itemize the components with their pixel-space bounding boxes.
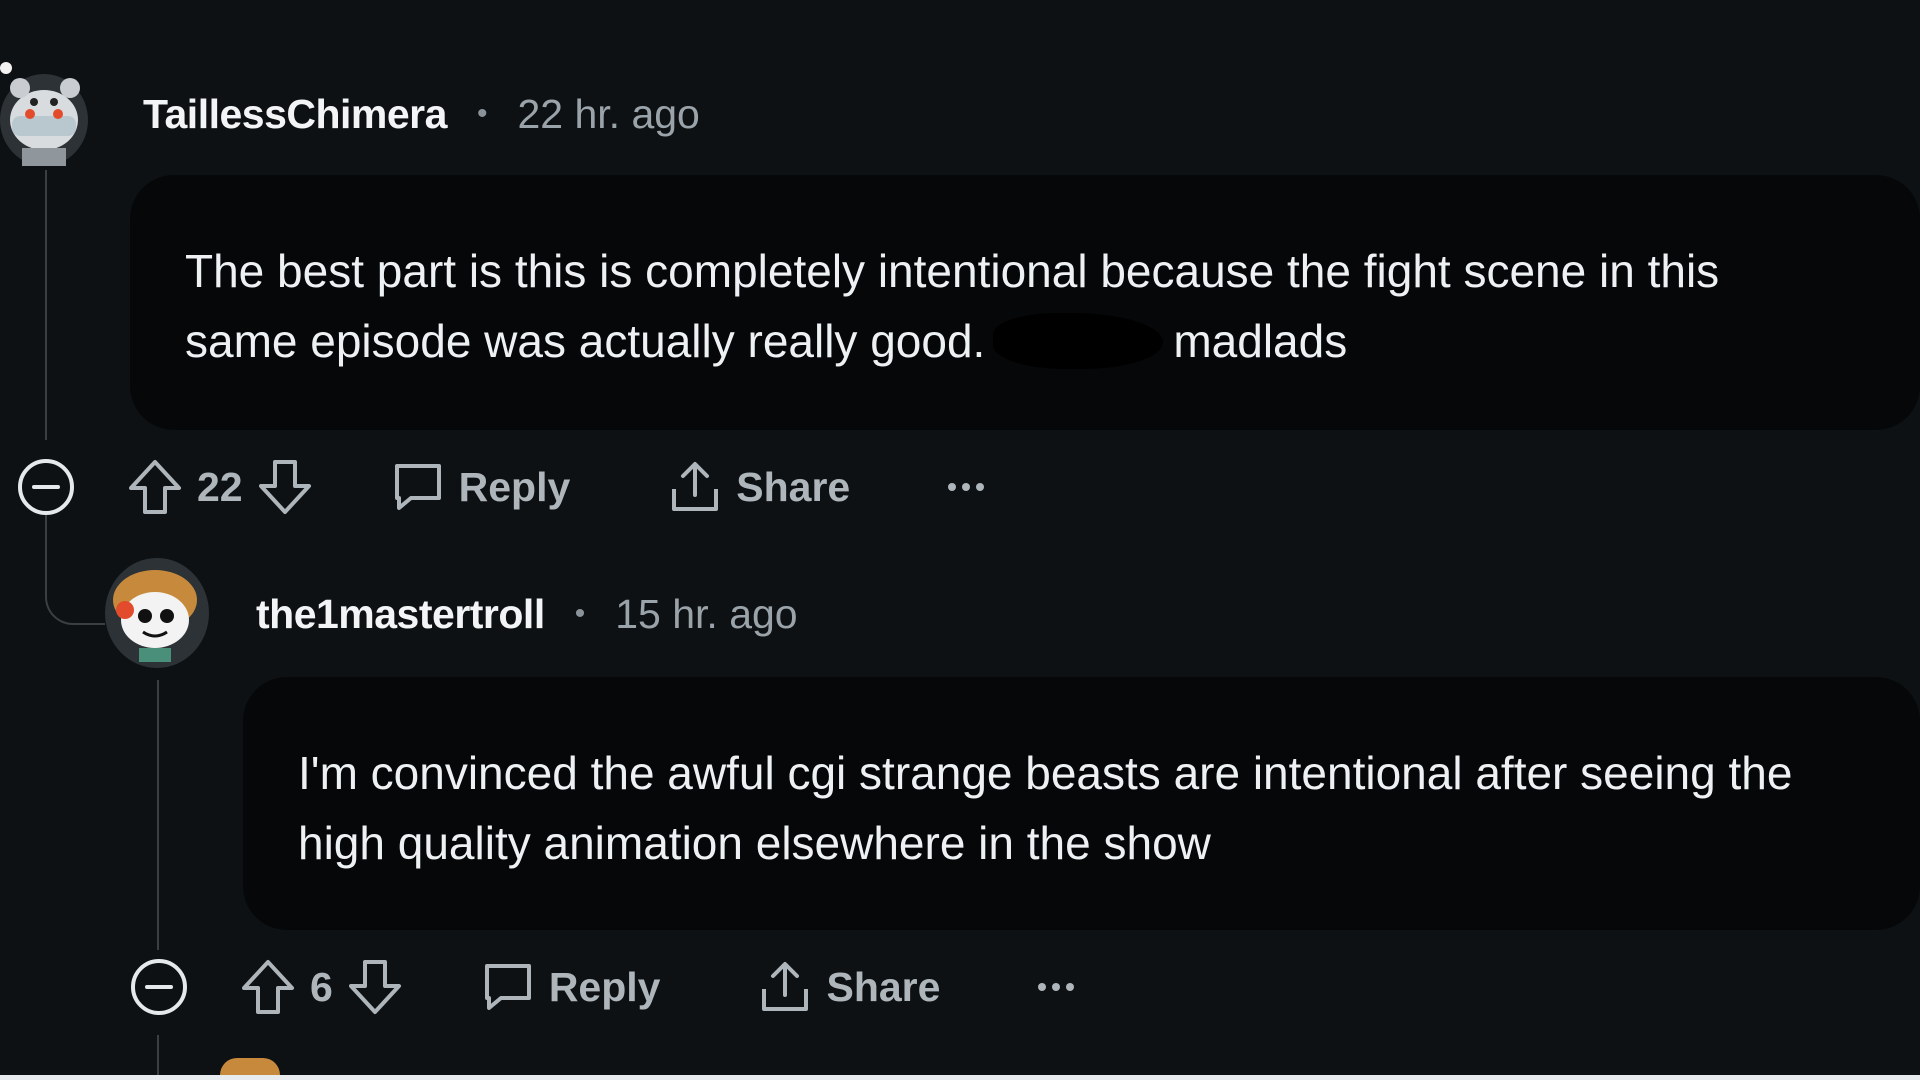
separator-dot: • bbox=[574, 597, 586, 630]
reply-label: Reply bbox=[548, 963, 661, 1010]
more-options-button[interactable] bbox=[1036, 981, 1076, 993]
vote-group: 22 bbox=[127, 458, 313, 516]
upvote-icon[interactable] bbox=[127, 458, 183, 516]
reply-label: Reply bbox=[458, 463, 571, 510]
comment-thread: TaillessChimera • 22 hr. ago The best pa… bbox=[0, 0, 1920, 1080]
share-label: Share bbox=[826, 963, 941, 1010]
avatar[interactable] bbox=[0, 58, 96, 166]
collapse-icon[interactable] bbox=[17, 458, 75, 516]
comment-text-line: I'm convinced the awful cgi strange beas… bbox=[298, 747, 1793, 799]
comment-body: The best part is this is completely inte… bbox=[185, 236, 1719, 376]
vote-count: 6 bbox=[310, 963, 333, 1010]
timestamp[interactable]: 15 hr. ago bbox=[615, 591, 797, 638]
snoo-avatar-icon bbox=[0, 62, 88, 166]
comment-text-fragment: same episode was actually really good. bbox=[185, 315, 986, 367]
thread-line-1 bbox=[45, 170, 47, 440]
separator-dot: • bbox=[476, 97, 488, 130]
comment-bubble-icon bbox=[481, 960, 535, 1014]
comment-body: I'm convinced the awful cgi strange beas… bbox=[298, 738, 1792, 878]
vote-count: 22 bbox=[197, 463, 243, 510]
ellipsis-icon bbox=[1036, 981, 1076, 993]
collapse-icon[interactable] bbox=[130, 958, 188, 1016]
share-button[interactable]: Share bbox=[758, 959, 940, 1015]
share-icon bbox=[668, 459, 722, 515]
thread-line-2-tail bbox=[157, 1035, 159, 1075]
timestamp[interactable]: 22 hr. ago bbox=[517, 91, 699, 138]
vote-group: 6 bbox=[240, 958, 403, 1016]
username[interactable]: the1mastertroll bbox=[256, 591, 545, 638]
comment-actions: 6 Reply Share bbox=[130, 957, 1076, 1017]
comment-text-fragment: madlads bbox=[1173, 315, 1348, 367]
comment-header: the1mastertroll • 15 hr. ago bbox=[256, 586, 798, 642]
share-icon bbox=[758, 959, 812, 1015]
share-label: Share bbox=[736, 463, 851, 510]
comment-text-line: same episode was actually really good. ma… bbox=[185, 306, 1719, 376]
ellipsis-icon bbox=[946, 481, 986, 493]
reply-button[interactable]: Reply bbox=[481, 960, 661, 1014]
comment-header: TaillessChimera • 22 hr. ago bbox=[143, 86, 700, 142]
downvote-icon[interactable] bbox=[257, 458, 313, 516]
bottom-border bbox=[0, 1075, 1920, 1080]
reply-button[interactable]: Reply bbox=[391, 460, 571, 514]
snoo-avatar-icon bbox=[105, 558, 209, 668]
username[interactable]: TaillessChimera bbox=[143, 91, 447, 138]
thread-curve-reply bbox=[45, 515, 105, 625]
comment-text-line: The best part is this is completely inte… bbox=[185, 245, 1720, 297]
avatar[interactable] bbox=[220, 1058, 280, 1075]
share-button[interactable]: Share bbox=[668, 459, 850, 515]
thread-line-2 bbox=[157, 680, 159, 950]
comment-actions: 22 Reply Share bbox=[17, 457, 986, 517]
more-options-button[interactable] bbox=[946, 481, 986, 493]
comment-bubble-icon bbox=[391, 460, 445, 514]
avatar[interactable] bbox=[105, 558, 209, 668]
downvote-icon[interactable] bbox=[347, 958, 403, 1016]
upvote-icon[interactable] bbox=[240, 958, 296, 1016]
redaction-mark bbox=[993, 312, 1164, 369]
comment-text-line: high quality animation elsewhere in the … bbox=[298, 817, 1211, 869]
